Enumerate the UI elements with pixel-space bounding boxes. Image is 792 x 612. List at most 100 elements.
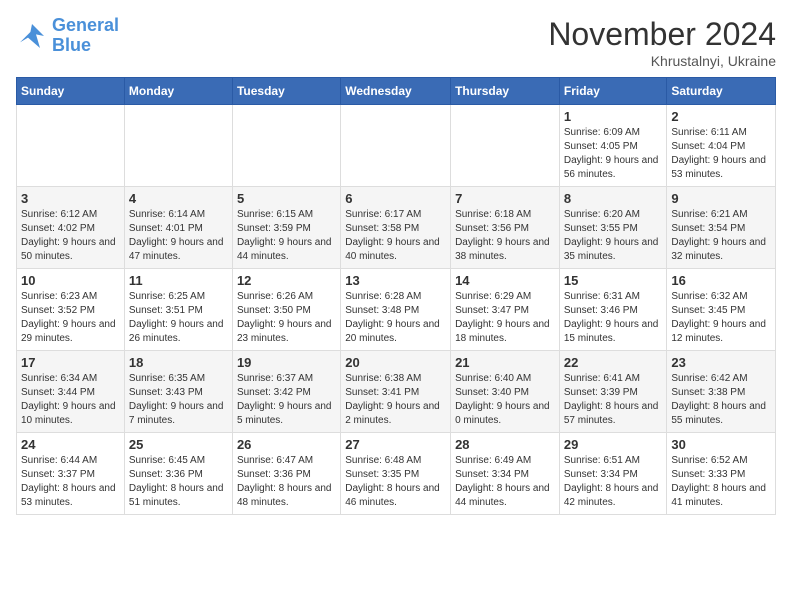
day-info: Sunrise: 6:11 AM Sunset: 4:04 PM Dayligh… [671, 126, 771, 182]
calendar-header: SundayMondayTuesdayWednesdayThursdayFrid… [17, 78, 776, 105]
day-info: Sunrise: 6:45 AM Sunset: 3:36 PM Dayligh… [129, 454, 228, 510]
day-info: Sunrise: 6:14 AM Sunset: 4:01 PM Dayligh… [129, 208, 228, 264]
day-info: Sunrise: 6:20 AM Sunset: 3:55 PM Dayligh… [564, 208, 663, 264]
day-info: Sunrise: 6:52 AM Sunset: 3:33 PM Dayligh… [671, 454, 771, 510]
calendar-cell: 9 Sunrise: 6:21 AM Sunset: 3:54 PM Daylig… [667, 187, 776, 269]
title-block: November 2024 Khrustalnyi, Ukraine [548, 16, 776, 69]
day-number: 29 [564, 437, 663, 452]
calendar-cell: 17Sunrise: 6:34 AM Sunset: 3:44 PM Dayli… [17, 351, 125, 433]
day-number: 8 [564, 191, 663, 206]
calendar-cell: 14Sunrise: 6:29 AM Sunset: 3:47 PM Dayli… [451, 269, 560, 351]
day-info: Sunrise: 6:31 AM Sunset: 3:46 PM Dayligh… [564, 290, 663, 346]
day-info: Sunrise: 6:32 AM Sunset: 3:45 PM Dayligh… [671, 290, 771, 346]
day-info: Sunrise: 6:38 AM Sunset: 3:41 PM Dayligh… [345, 372, 446, 428]
day-number: 26 [237, 437, 336, 452]
calendar-cell: 12 Sunrise: 6:26 AM Sunset: 3:50 PM Dayli… [232, 269, 340, 351]
weekday-header: Tuesday [232, 78, 340, 105]
day-info: Sunrise: 6:18 AM Sunset: 3:56 PM Dayligh… [455, 208, 555, 264]
day-number: 15 [564, 273, 663, 288]
calendar-cell: 6Sunrise: 6:17 AM Sunset: 3:58 PM Daylig… [341, 187, 451, 269]
day-info: Sunrise: 6:25 AM Sunset: 3:51 PM Dayligh… [129, 290, 228, 346]
calendar-cell: 13 Sunrise: 6:28 AM Sunset: 3:48 PM Dayli… [341, 269, 451, 351]
calendar-cell: 22 Sunrise: 6:41 AM Sunset: 3:39 PM Dayli… [559, 351, 667, 433]
day-info: Sunrise: 6:48 AM Sunset: 3:35 PM Dayligh… [345, 454, 446, 510]
day-info: Sunrise: 6:12 AM Sunset: 4:02 PM Dayligh… [21, 208, 120, 264]
day-info: Sunrise: 6:29 AM Sunset: 3:47 PM Dayligh… [455, 290, 555, 346]
calendar-cell: 8 Sunrise: 6:20 AM Sunset: 3:55 PM Daylig… [559, 187, 667, 269]
day-info: Sunrise: 6:41 AM Sunset: 3:39 PM Dayligh… [564, 372, 663, 428]
day-number: 21 [455, 355, 555, 370]
logo-icon [16, 20, 48, 52]
weekday-header: Wednesday [341, 78, 451, 105]
day-number: 1 [564, 109, 663, 124]
day-info: Sunrise: 6:17 AM Sunset: 3:58 PM Dayligh… [345, 208, 446, 264]
calendar-cell: 30 Sunrise: 6:52 AM Sunset: 3:33 PM Dayli… [667, 433, 776, 515]
calendar-cell: 27 Sunrise: 6:48 AM Sunset: 3:35 PM Dayli… [341, 433, 451, 515]
calendar-cell [17, 105, 125, 187]
day-number: 13 [345, 273, 446, 288]
calendar-cell: 23 Sunrise: 6:42 AM Sunset: 3:38 PM Dayli… [667, 351, 776, 433]
calendar-cell: 26Sunrise: 6:47 AM Sunset: 3:36 PM Dayli… [232, 433, 340, 515]
day-number: 19 [237, 355, 336, 370]
calendar-cell: 29 Sunrise: 6:51 AM Sunset: 3:34 PM Dayli… [559, 433, 667, 515]
day-info: Sunrise: 6:23 AM Sunset: 3:52 PM Dayligh… [21, 290, 120, 346]
day-number: 3 [21, 191, 120, 206]
calendar-cell: 25 Sunrise: 6:45 AM Sunset: 3:36 PM Dayli… [124, 433, 232, 515]
day-number: 16 [671, 273, 771, 288]
calendar-cell: 5Sunrise: 6:15 AM Sunset: 3:59 PM Daylig… [232, 187, 340, 269]
day-number: 24 [21, 437, 120, 452]
calendar-table: SundayMondayTuesdayWednesdayThursdayFrid… [16, 77, 776, 515]
calendar-cell: 10 Sunrise: 6:23 AM Sunset: 3:52 PM Dayli… [17, 269, 125, 351]
calendar-cell [124, 105, 232, 187]
calendar-cell: 15 Sunrise: 6:31 AM Sunset: 3:46 PM Dayli… [559, 269, 667, 351]
day-number: 10 [21, 273, 120, 288]
logo: General Blue [16, 16, 119, 56]
day-info: Sunrise: 6:42 AM Sunset: 3:38 PM Dayligh… [671, 372, 771, 428]
day-number: 9 [671, 191, 771, 206]
day-info: Sunrise: 6:26 AM Sunset: 3:50 PM Dayligh… [237, 290, 336, 346]
day-number: 7 [455, 191, 555, 206]
calendar-cell: 21Sunrise: 6:40 AM Sunset: 3:40 PM Dayli… [451, 351, 560, 433]
calendar-cell: 16 Sunrise: 6:32 AM Sunset: 3:45 PM Dayli… [667, 269, 776, 351]
calendar-body: 1 Sunrise: 6:09 AM Sunset: 4:05 PM Daylig… [17, 105, 776, 515]
day-info: Sunrise: 6:21 AM Sunset: 3:54 PM Dayligh… [671, 208, 771, 264]
calendar-cell: 7 Sunrise: 6:18 AM Sunset: 3:56 PM Daylig… [451, 187, 560, 269]
calendar-cell [341, 105, 451, 187]
day-number: 11 [129, 273, 228, 288]
month-title: November 2024 [548, 16, 776, 53]
calendar-cell: 24Sunrise: 6:44 AM Sunset: 3:37 PM Dayli… [17, 433, 125, 515]
calendar-cell: 2 Sunrise: 6:11 AM Sunset: 4:04 PM Daylig… [667, 105, 776, 187]
day-number: 5 [237, 191, 336, 206]
weekday-header: Thursday [451, 78, 560, 105]
day-info: Sunrise: 6:34 AM Sunset: 3:44 PM Dayligh… [21, 372, 120, 428]
day-number: 23 [671, 355, 771, 370]
day-number: 18 [129, 355, 228, 370]
day-number: 12 [237, 273, 336, 288]
calendar-cell [451, 105, 560, 187]
page-header: General Blue November 2024 Khrustalnyi, … [16, 16, 776, 69]
day-info: Sunrise: 6:09 AM Sunset: 4:05 PM Dayligh… [564, 126, 663, 182]
day-number: 4 [129, 191, 228, 206]
day-info: Sunrise: 6:35 AM Sunset: 3:43 PM Dayligh… [129, 372, 228, 428]
day-number: 25 [129, 437, 228, 452]
calendar-cell: 19 Sunrise: 6:37 AM Sunset: 3:42 PM Dayli… [232, 351, 340, 433]
logo-text: General Blue [52, 16, 119, 56]
calendar-cell: 3 Sunrise: 6:12 AM Sunset: 4:02 PM Daylig… [17, 187, 125, 269]
day-number: 30 [671, 437, 771, 452]
calendar-cell: 1 Sunrise: 6:09 AM Sunset: 4:05 PM Daylig… [559, 105, 667, 187]
day-number: 20 [345, 355, 446, 370]
location: Khrustalnyi, Ukraine [548, 53, 776, 69]
day-number: 2 [671, 109, 771, 124]
calendar-cell: 11 Sunrise: 6:25 AM Sunset: 3:51 PM Dayli… [124, 269, 232, 351]
day-number: 28 [455, 437, 555, 452]
day-number: 22 [564, 355, 663, 370]
calendar-cell [232, 105, 340, 187]
day-info: Sunrise: 6:28 AM Sunset: 3:48 PM Dayligh… [345, 290, 446, 346]
day-info: Sunrise: 6:51 AM Sunset: 3:34 PM Dayligh… [564, 454, 663, 510]
day-number: 27 [345, 437, 446, 452]
day-info: Sunrise: 6:37 AM Sunset: 3:42 PM Dayligh… [237, 372, 336, 428]
calendar-cell: 4 Sunrise: 6:14 AM Sunset: 4:01 PM Daylig… [124, 187, 232, 269]
weekday-header: Sunday [17, 78, 125, 105]
calendar-cell: 28Sunrise: 6:49 AM Sunset: 3:34 PM Dayli… [451, 433, 560, 515]
calendar-cell: 20 Sunrise: 6:38 AM Sunset: 3:41 PM Dayli… [341, 351, 451, 433]
